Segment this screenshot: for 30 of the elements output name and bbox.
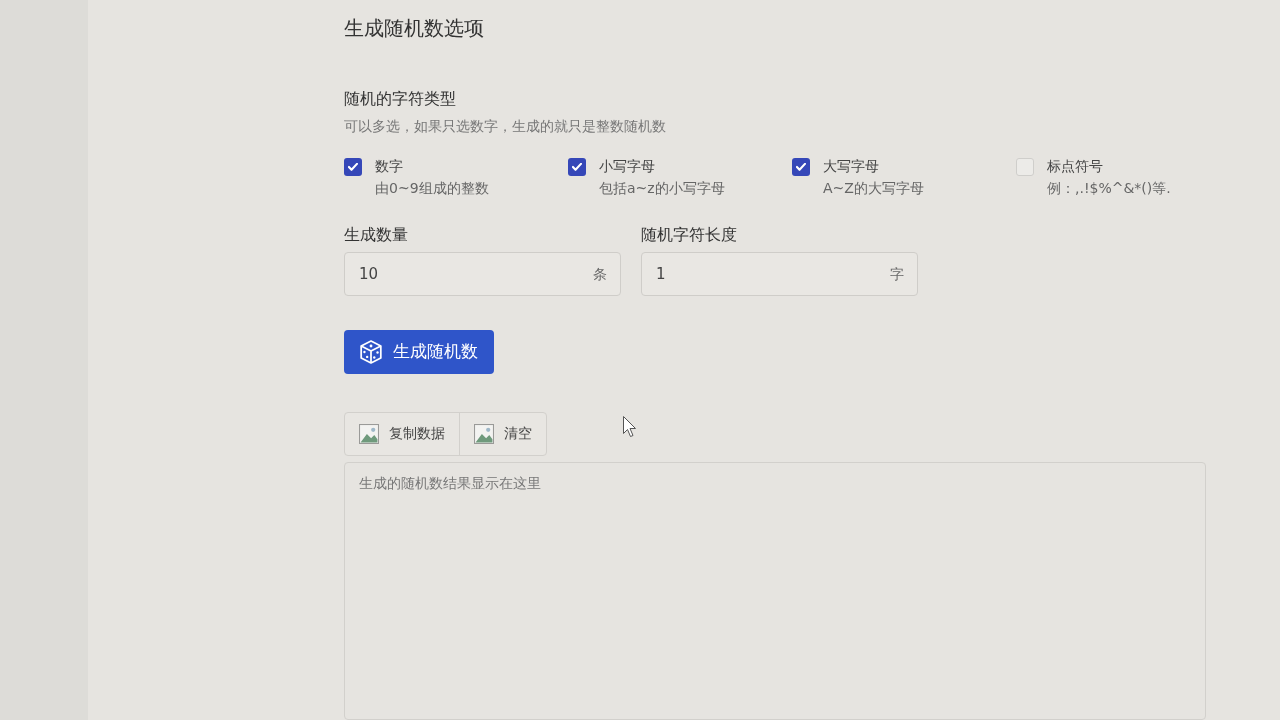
- option-label: 大写字母: [823, 157, 879, 176]
- check-icon: [796, 163, 806, 171]
- mouse-cursor-icon: [623, 416, 636, 437]
- unit-label: 字: [890, 265, 904, 284]
- result-textarea[interactable]: 生成的随机数结果显示在这里: [344, 461, 1206, 720]
- option-description: 由0~9组成的整数: [375, 179, 489, 198]
- option-description: 例：,.!$%^&*()等.: [1047, 179, 1171, 198]
- toolbar-button[interactable]: 清空: [459, 412, 546, 455]
- option-label: 数字: [375, 157, 403, 176]
- field-label: 随机的字符类型: [344, 88, 456, 110]
- unit-label: 条: [593, 265, 607, 284]
- check-icon: [572, 163, 582, 171]
- option-description: A~Z的大写字母: [823, 179, 924, 198]
- checkbox[interactable]: [1016, 158, 1034, 176]
- image-icon: [359, 423, 379, 444]
- check-icon: [348, 163, 358, 171]
- checkbox[interactable]: [792, 158, 810, 176]
- generate-button[interactable]: 生成随机数: [344, 330, 494, 374]
- toolbar-button[interactable]: 复制数据: [345, 412, 459, 455]
- field-label: 随机字符长度: [641, 224, 737, 246]
- option-label: 小写字母: [599, 157, 655, 176]
- checkbox[interactable]: [568, 158, 586, 176]
- hint-text: 可以多选，如果只选数字，生成的就只是整数随机数: [344, 117, 666, 136]
- option-label: 标点符号: [1047, 157, 1103, 176]
- option-description: 包括a~z的小写字母: [599, 179, 725, 198]
- section-title: 生成随机数选项: [344, 15, 484, 42]
- image-icon: [474, 423, 494, 444]
- dice-icon: [360, 339, 382, 364]
- field-label: 生成数量: [344, 224, 408, 246]
- checkbox[interactable]: [344, 158, 362, 176]
